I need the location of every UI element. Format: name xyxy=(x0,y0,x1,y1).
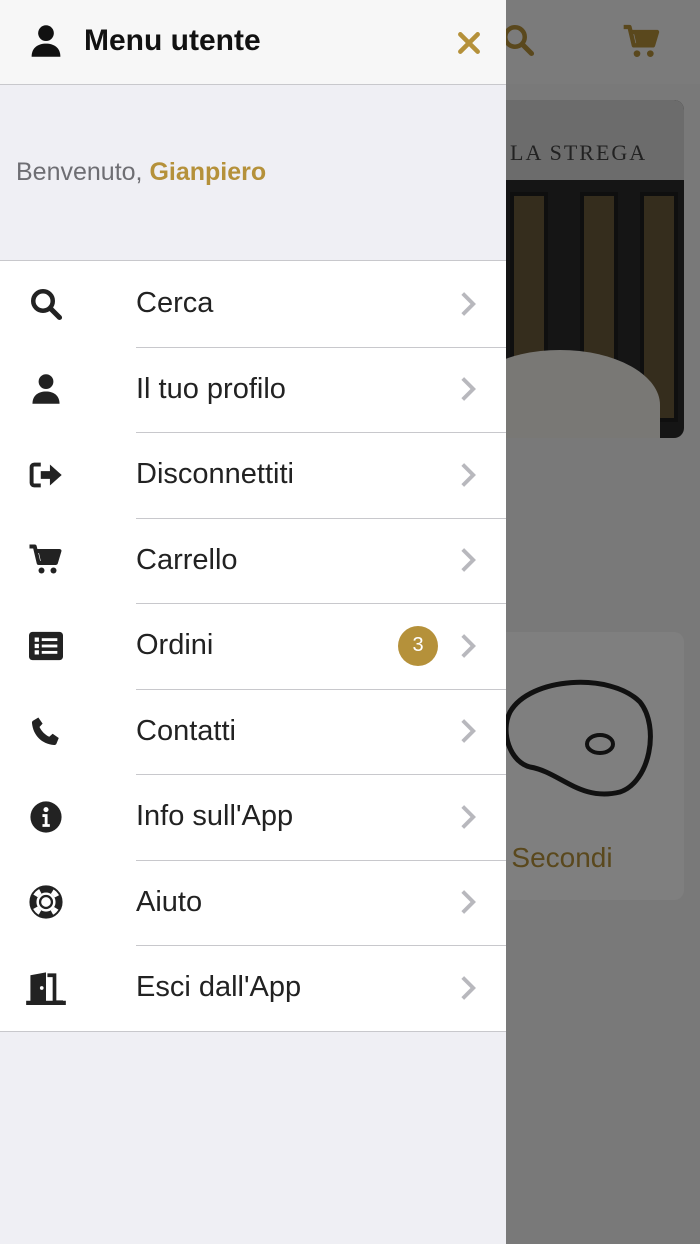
chevron-right-icon xyxy=(461,719,476,744)
door-exit-icon xyxy=(26,968,66,1008)
menu-item-cart[interactable]: Carrello xyxy=(0,517,506,604)
phone-icon xyxy=(26,711,66,751)
menu-item-app-info[interactable]: Info sull'App xyxy=(0,774,506,860)
menu-item-label: Cerca xyxy=(136,287,214,320)
chevron-right-icon xyxy=(461,804,476,829)
orders-count-badge: 3 xyxy=(398,625,438,666)
chevron-right-icon xyxy=(461,377,476,402)
menu-item-label: Info sull'App xyxy=(136,800,294,833)
user-icon xyxy=(26,369,66,409)
menu-item-profile[interactable]: Il tuo profilo xyxy=(0,346,506,433)
chevron-right-icon xyxy=(461,890,476,915)
close-icon xyxy=(458,32,480,54)
close-button[interactable] xyxy=(452,26,486,60)
sign-out-icon xyxy=(26,455,66,495)
chevron-right-icon xyxy=(461,548,476,573)
info-icon xyxy=(26,797,66,837)
chevron-right-icon xyxy=(461,975,476,1000)
user-icon xyxy=(30,24,62,58)
menu-item-help[interactable]: Aiuto xyxy=(0,859,506,946)
menu-item-label: Contatti xyxy=(136,714,236,747)
menu-item-label: Aiuto xyxy=(136,885,203,918)
user-name: Gianpiero xyxy=(149,158,267,186)
menu-item-exit-app[interactable]: Esci dall'App xyxy=(0,945,506,1031)
menu-item-orders[interactable]: Ordini 3 xyxy=(0,603,506,689)
welcome-text: Benvenuto, Gianpiero xyxy=(16,158,266,187)
cart-icon xyxy=(26,540,66,580)
search-icon xyxy=(26,284,66,324)
menu-item-contacts[interactable]: Contatti xyxy=(0,688,506,775)
drawer-menu-list: Cerca Il tuo profilo Disconnettiti Carre… xyxy=(0,260,506,1032)
drawer-header: Menu utente xyxy=(0,0,506,85)
chevron-right-icon xyxy=(461,462,476,487)
menu-item-label: Esci dall'App xyxy=(136,971,302,1004)
user-menu-drawer: Menu utente Benvenuto, Gianpiero Cerca I… xyxy=(0,0,506,1244)
menu-item-label: Il tuo profilo xyxy=(136,372,286,405)
welcome-prefix: Benvenuto, xyxy=(16,158,150,186)
drawer-title: Menu utente xyxy=(84,24,261,57)
chevron-right-icon xyxy=(461,291,476,316)
menu-item-label: Carrello xyxy=(136,543,238,576)
menu-item-label: Ordini xyxy=(136,629,214,662)
list-icon xyxy=(26,626,66,666)
menu-item-logout[interactable]: Disconnettiti xyxy=(0,432,506,518)
chevron-right-icon xyxy=(461,633,476,658)
lifebuoy-icon xyxy=(26,882,66,922)
menu-item-label: Disconnettiti xyxy=(136,458,294,491)
menu-item-search[interactable]: Cerca xyxy=(0,261,506,347)
